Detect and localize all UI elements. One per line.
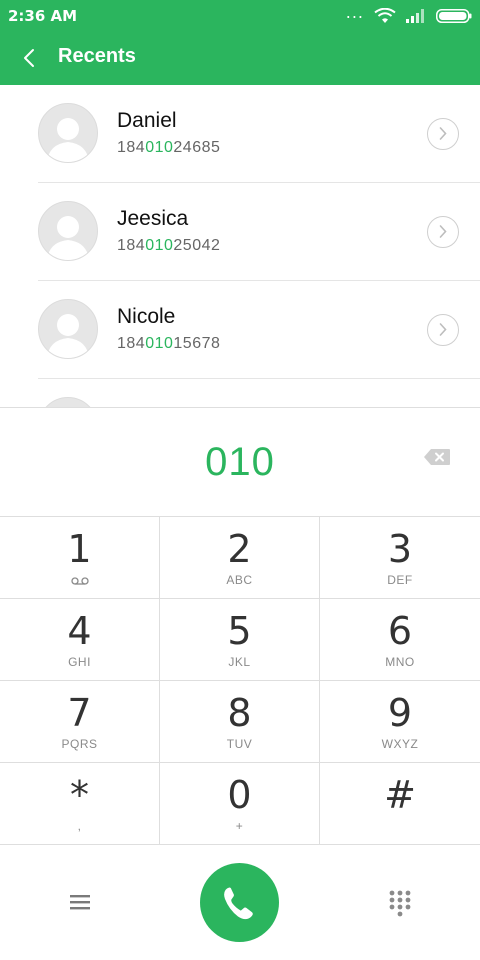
key-hash[interactable]: # xyxy=(320,763,480,845)
person-placeholder-icon xyxy=(47,216,89,260)
contact-name: Nicole xyxy=(117,305,176,328)
key-2[interactable]: 2 ABC xyxy=(160,517,320,599)
key-star[interactable]: * , xyxy=(0,763,160,845)
contact-number: 18401015678 xyxy=(117,335,221,352)
backspace-icon[interactable] xyxy=(423,448,451,466)
contact-row-partial[interactable] xyxy=(0,379,480,408)
key-4[interactable]: 4 GHI xyxy=(0,599,160,681)
chevron-right-icon xyxy=(439,127,447,140)
dialpad-toggle-icon[interactable] xyxy=(387,889,413,917)
contact-row[interactable]: Daniel 18401024685 xyxy=(0,85,480,183)
keypad: 1 2 ABC 3 DEF 4 GHI 5 JKL 6 MNO 7 PQRS 8… xyxy=(0,516,480,847)
status-time: 2:36 AM xyxy=(8,7,78,25)
page-title: Recents xyxy=(58,45,136,67)
battery-icon xyxy=(436,9,472,23)
contact-name: Daniel xyxy=(117,109,177,132)
menu-icon[interactable] xyxy=(67,889,93,915)
key-9[interactable]: 9 WXYZ xyxy=(320,681,480,763)
contact-number: 18401024685 xyxy=(117,139,221,156)
voicemail-icon xyxy=(71,577,89,585)
avatar xyxy=(38,103,98,163)
back-arrow-icon[interactable] xyxy=(18,46,42,70)
contact-details-button[interactable] xyxy=(427,216,459,248)
app-bar: Recents xyxy=(0,32,480,85)
dialed-number: 010 xyxy=(205,440,275,484)
key-3[interactable]: 3 DEF xyxy=(320,517,480,599)
dial-display: 010 xyxy=(0,407,480,518)
phone-icon xyxy=(224,887,253,920)
avatar xyxy=(38,299,98,359)
chevron-right-icon xyxy=(439,225,447,238)
more-dots-icon: ... xyxy=(345,3,364,22)
chevron-right-icon xyxy=(439,323,447,336)
contact-row[interactable]: Nicole 18401015678 xyxy=(0,281,480,379)
key-5[interactable]: 5 JKL xyxy=(160,599,320,681)
key-1[interactable]: 1 xyxy=(0,517,160,599)
avatar xyxy=(38,201,98,261)
bottom-action-bar xyxy=(0,846,480,960)
key-7[interactable]: 7 PQRS xyxy=(0,681,160,763)
contact-name: Jeesica xyxy=(117,207,189,230)
signal-icon xyxy=(406,9,424,23)
person-placeholder-icon xyxy=(47,118,89,162)
call-button[interactable] xyxy=(200,863,279,942)
contact-row[interactable]: Jeesica 18401025042 xyxy=(0,183,480,281)
key-0[interactable]: 0 + xyxy=(160,763,320,845)
recents-list[interactable]: Daniel 18401024685 Jeesica 18401025042 N… xyxy=(0,85,480,408)
person-placeholder-icon xyxy=(47,314,89,358)
wifi-icon xyxy=(374,8,396,23)
key-8[interactable]: 8 TUV xyxy=(160,681,320,763)
key-6[interactable]: 6 MNO xyxy=(320,599,480,681)
status-bar: 2:36 AM ... xyxy=(0,0,480,32)
contact-number: 18401025042 xyxy=(117,237,221,254)
contact-details-button[interactable] xyxy=(427,314,459,346)
contact-details-button[interactable] xyxy=(427,118,459,150)
